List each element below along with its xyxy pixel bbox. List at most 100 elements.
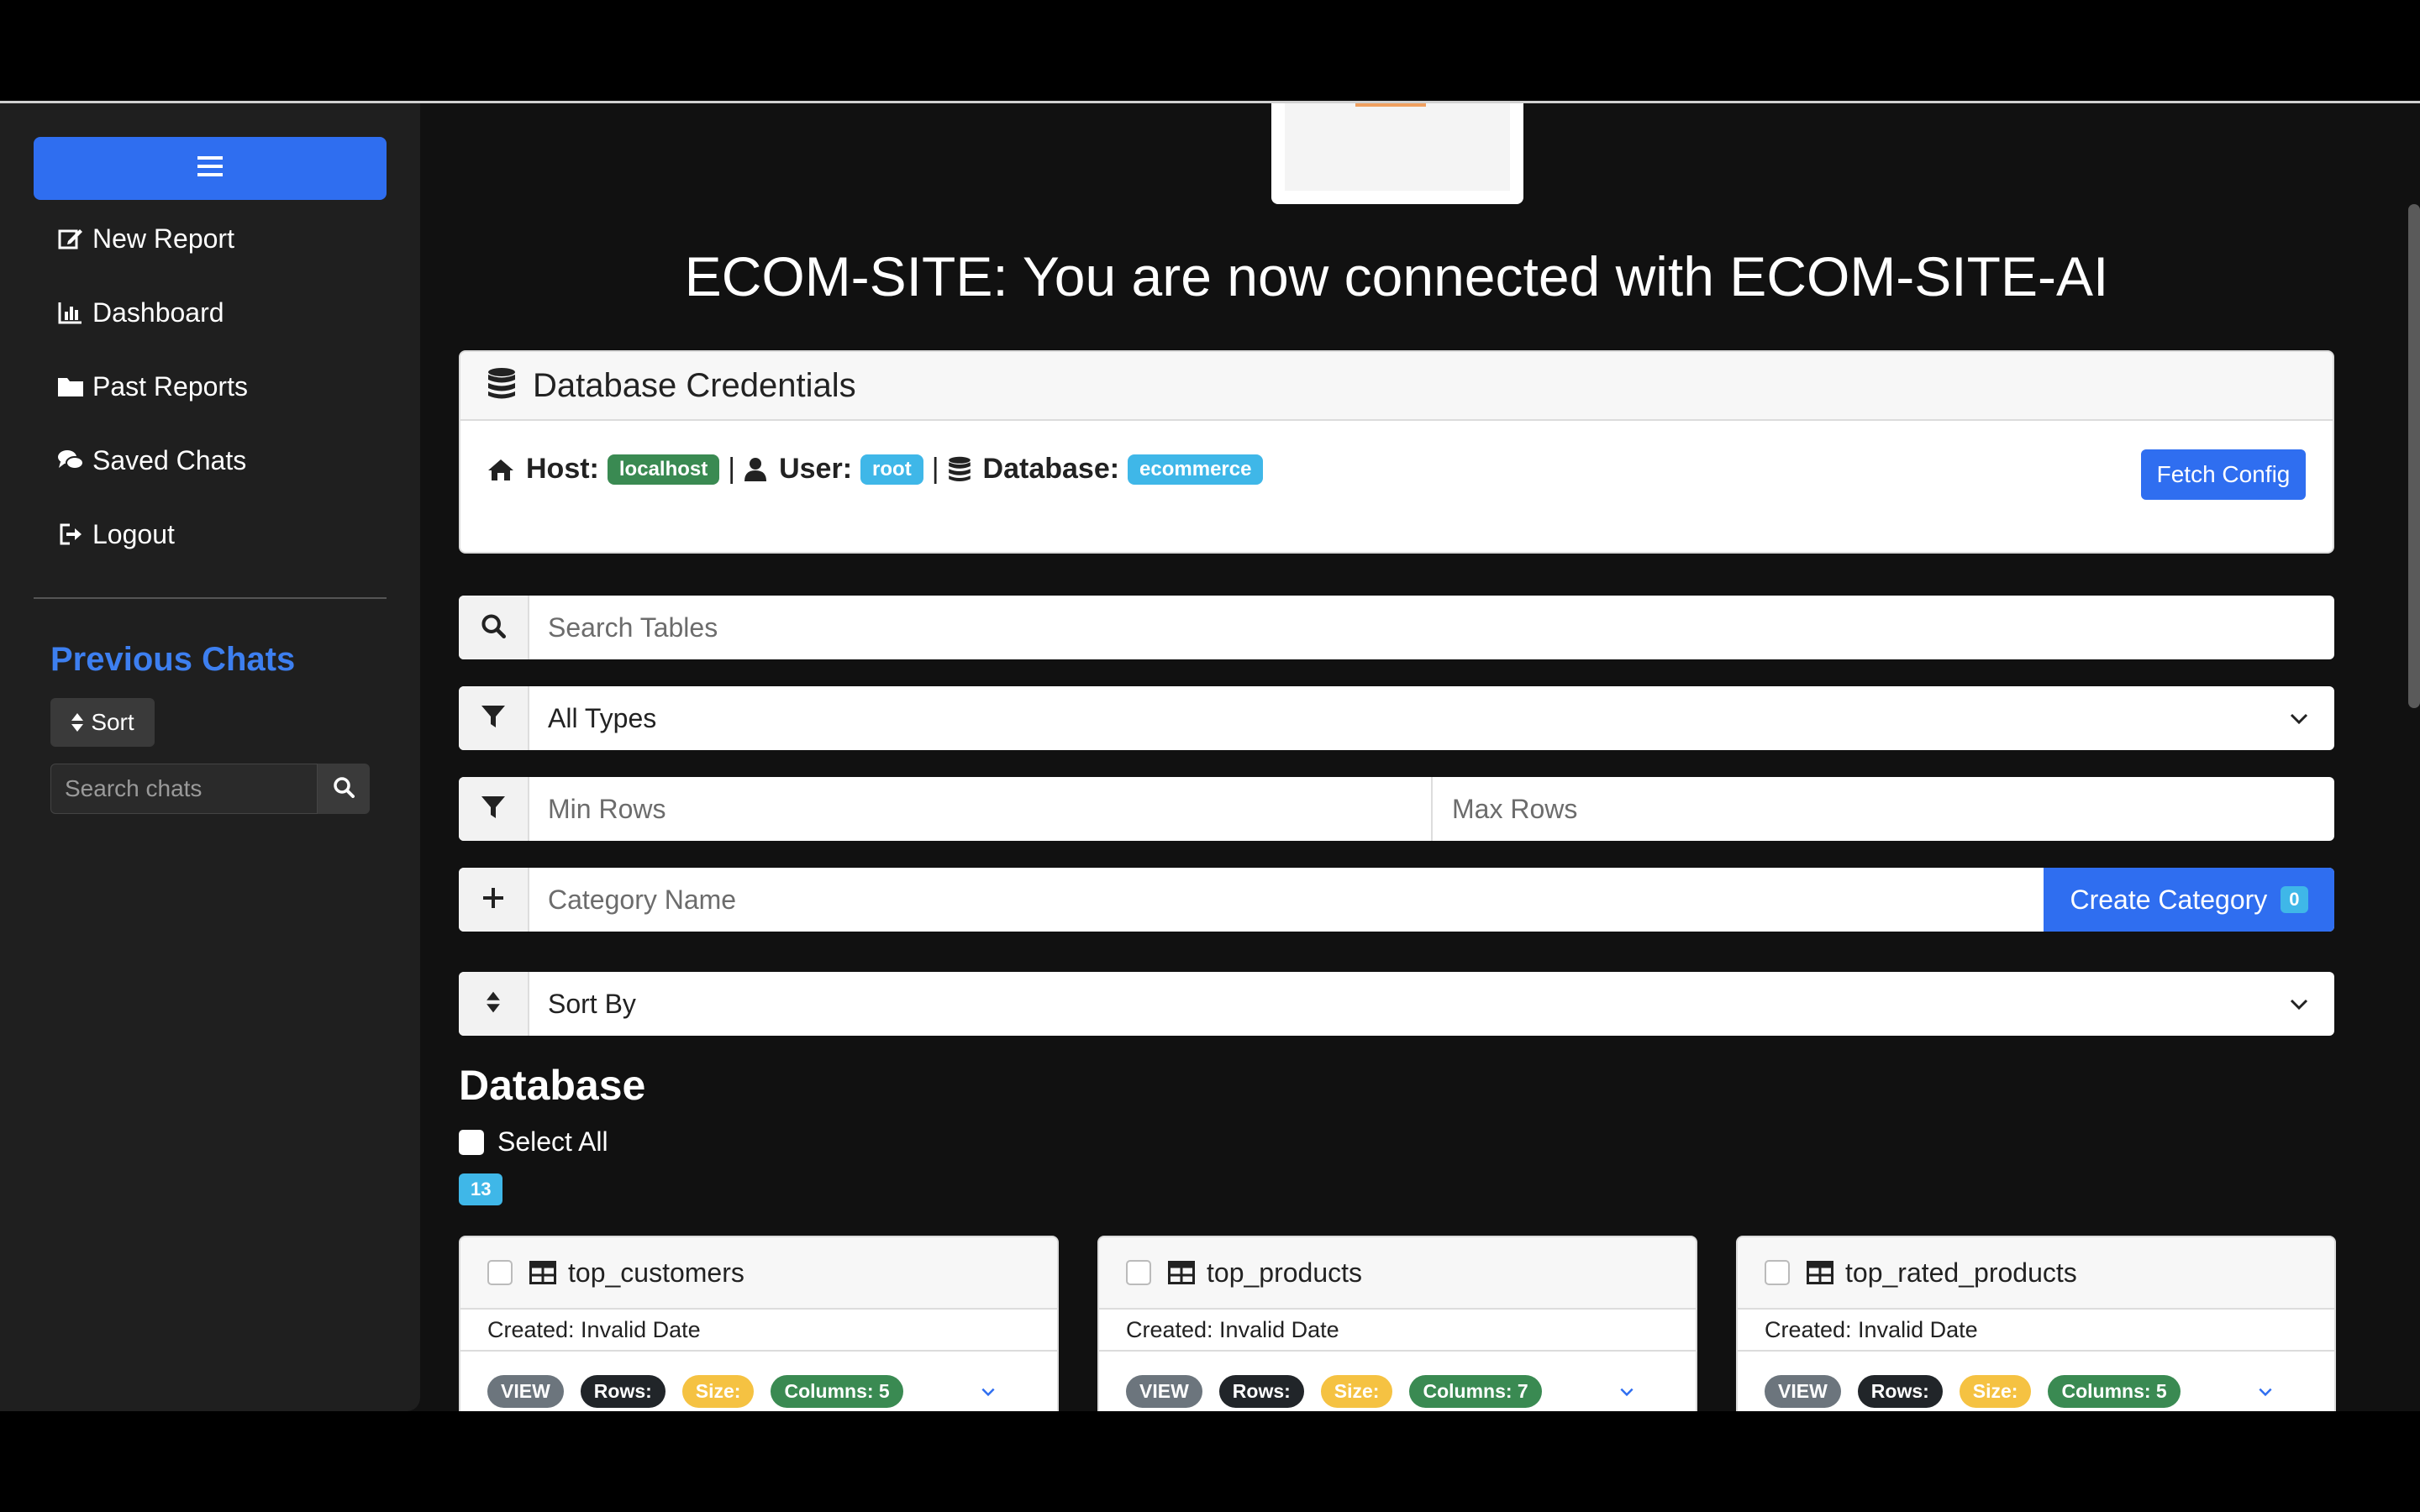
credentials-header: Database Credentials [460,352,2333,421]
search-tables-input[interactable]: Search Tables [548,596,718,659]
separator: | [728,453,736,485]
logo [1271,103,1523,204]
min-rows-input[interactable]: Min Rows [548,777,666,841]
type-pill: VIEW [1765,1375,1841,1408]
database-label: Database: [982,453,1120,485]
table-select-checkbox[interactable] [1765,1260,1790,1285]
create-category-button[interactable]: Create Category 0 [2044,868,2334,932]
table-select-checkbox[interactable] [1126,1260,1151,1285]
fetch-config-button[interactable]: Fetch Config [2141,449,2306,500]
table-tags: VIEW Rows: Size: Columns: 7 [1126,1375,1559,1408]
table-created: Created: Invalid Date [460,1310,1057,1352]
create-category-label: Create Category [2070,884,2268,915]
credentials-row: Host: localhost | User: root | Database:… [487,453,1264,486]
database-section-title: Database [459,1062,646,1109]
row-range-group: Min Rows Max Rows [459,777,2334,841]
sort-chats-label: Sort [91,709,134,735]
filter-addon [459,777,529,841]
menu-toggle-button[interactable] [34,137,387,200]
columns-pill: Columns: 5 [2048,1375,2181,1408]
filter-icon [481,704,506,733]
host-badge: localhost [607,454,720,485]
logout-icon [57,521,84,548]
category-name-input[interactable]: Category Name [548,868,736,932]
search-icon [481,613,506,643]
user-label: User: [779,453,853,485]
credentials-card: Database Credentials Host: localhost | U… [459,350,2334,554]
nav-new-report[interactable]: New Report [57,218,234,260]
edit-icon [57,225,84,252]
expand-chevron-icon[interactable] [980,1383,997,1404]
table-card-header: top_rated_products [1738,1237,2334,1310]
table-card[interactable]: top_rated_products Created: Invalid Date… [1736,1236,2336,1411]
sort-chats-button[interactable]: Sort [50,698,155,747]
max-rows-input[interactable]: Max Rows [1452,777,1577,841]
nav-logout-label: Logout [92,518,175,549]
rows-pill: Rows: [580,1375,666,1408]
sort-by-select[interactable]: Sort By [548,972,636,1036]
size-pill: Size: [681,1375,755,1408]
type-pill: VIEW [1126,1375,1202,1408]
database-icon [487,367,516,405]
table-icon [529,1261,556,1284]
expand-chevron-icon[interactable] [2257,1383,2274,1404]
sort-icon [486,990,501,1018]
plus-icon [481,886,505,914]
table-icon [1168,1261,1195,1284]
filter-addon [459,686,529,750]
nav-saved-chats-label: Saved Chats [92,444,247,475]
table-tags: VIEW Rows: Size: Columns: 5 [1765,1375,2197,1408]
type-filter-select[interactable]: All Types [548,686,656,750]
plus-addon [459,868,529,932]
table-created: Created: Invalid Date [1099,1310,1696,1352]
nav-logout[interactable]: Logout [57,513,175,555]
filter-icon [481,795,506,824]
table-card-header: top_customers [460,1237,1057,1310]
chat-search-input[interactable]: Search chats [50,764,318,814]
chat-search-group: Search chats [50,764,370,814]
nav-dashboard[interactable]: Dashboard [57,291,224,333]
table-name: top_customers [568,1257,744,1288]
table-name: top_products [1207,1257,1363,1288]
sort-icon [71,712,84,732]
type-pill: VIEW [487,1375,564,1408]
create-category-group: Category Name Create Category 0 [459,868,2334,932]
comments-icon [57,447,84,474]
table-card[interactable]: top_products Created: Invalid Date VIEW … [1097,1236,1697,1411]
table-select-checkbox[interactable] [487,1260,513,1285]
database-icon [948,456,971,483]
type-filter-group: All Types [459,686,2334,750]
hamburger-icon [197,155,223,181]
rows-pill: Rows: [1218,1375,1304,1408]
chevron-down-icon [2289,994,2309,1018]
chat-search-button[interactable] [318,764,370,814]
search-tables-group: Search Tables [459,596,2334,659]
previous-chats-title: Previous Chats [50,641,296,678]
sort-by-group: Sort By [459,972,2334,1036]
nav-dashboard-label: Dashboard [92,297,224,328]
sort-addon [459,972,529,1036]
search-icon [333,776,355,802]
field-divider [1431,777,1433,841]
host-label: Host: [526,453,599,485]
sidebar-divider [34,597,387,599]
rows-pill: Rows: [1857,1375,1943,1408]
nav-past-reports[interactable]: Past Reports [57,365,248,407]
table-card[interactable]: top_customers Created: Invalid Date VIEW… [459,1236,1059,1411]
page-scrollbar[interactable] [2408,204,2420,708]
separator: | [931,453,939,485]
table-created: Created: Invalid Date [1738,1310,2334,1352]
select-all-checkbox[interactable]: Select All [459,1126,608,1158]
home-icon [487,458,514,481]
folder-icon [57,373,84,400]
table-card-header: top_products [1099,1237,1696,1310]
nav-saved-chats[interactable]: Saved Chats [57,439,246,481]
table-name: top_rated_products [1845,1257,2077,1288]
nav-new-report-label: New Report [92,223,234,254]
user-icon [744,457,767,482]
chevron-down-icon [2289,708,2309,732]
columns-pill: Columns: 7 [1409,1375,1542,1408]
expand-chevron-icon[interactable] [1618,1383,1635,1404]
table-tags: VIEW Rows: Size: Columns: 5 [487,1375,920,1408]
database-badge: ecommerce [1128,454,1264,485]
